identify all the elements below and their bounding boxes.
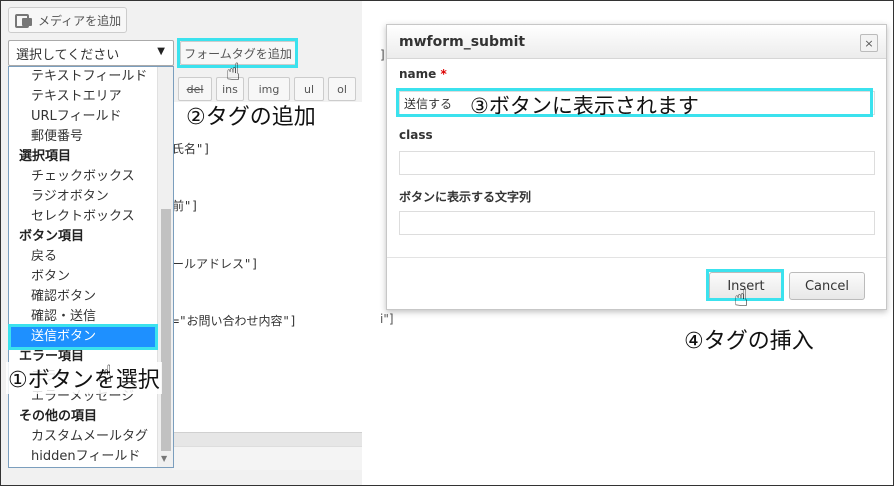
required-mark: * xyxy=(440,67,447,81)
annotation-step-4: ④タグの挿入 xyxy=(684,329,814,354)
mwform-submit-dialog: mwform_submit × name * 送信する class ボタンに表示… xyxy=(386,24,887,310)
dropdown-option[interactable]: hiddenフィールド xyxy=(9,447,157,467)
dropdown-option[interactable]: セレクトボックス xyxy=(9,207,157,227)
dropdown-option[interactable]: URLフィールド xyxy=(9,107,157,127)
cancel-button[interactable]: Cancel xyxy=(789,272,865,300)
dialog-title-bar: mwform_submit × xyxy=(387,25,886,59)
select-current-value: 選択してください xyxy=(16,47,120,63)
quicktag-label: ol xyxy=(337,82,347,96)
button-text-input[interactable] xyxy=(399,211,875,235)
dropdown-option[interactable]: 戻る xyxy=(9,247,157,267)
pointer-hand-icon: ☝ xyxy=(226,58,241,86)
dialog-title: mwform_submit xyxy=(399,34,526,50)
add-media-label: メディアを追加 xyxy=(38,13,122,28)
pointer-hand-icon: ☝ xyxy=(734,284,749,312)
scroll-down-arrow-icon[interactable]: ▼ xyxy=(161,454,167,463)
code-line: 前"] xyxy=(172,199,199,213)
annotation-step-3: ③ボタンに表示されます xyxy=(470,94,699,118)
code-line: ="お問い合わせ内容"] xyxy=(172,314,297,328)
dropdown-option[interactable]: 確認ボタン xyxy=(9,287,157,307)
editor-status-bar xyxy=(172,432,362,446)
dropdown-scrollbar[interactable]: ▼ xyxy=(157,67,173,467)
quicktag-del-button[interactable]: del xyxy=(178,77,212,101)
dropdown-option[interactable]: 郵便番号 xyxy=(9,127,157,147)
dropdown-option[interactable]: テキストエリア xyxy=(9,87,157,107)
dropdown-option[interactable]: チェックボックス xyxy=(9,167,157,187)
form-field-select[interactable]: 選択してください ▼ xyxy=(8,40,174,66)
quicktag-label: ul xyxy=(303,82,315,96)
button-text-label: ボタンに表示する文字列 xyxy=(399,190,532,204)
class-input[interactable] xyxy=(399,151,875,175)
quicktag-label: del xyxy=(186,82,204,96)
dialog-divider xyxy=(387,257,886,258)
dropdown-option[interactable]: テキストフィールド xyxy=(9,67,157,87)
class-label: class xyxy=(399,128,433,142)
dropdown-option[interactable]: ラジオボタン xyxy=(9,187,157,207)
code-line: 氏名"] xyxy=(172,142,211,156)
dropdown-option[interactable]: ボタン xyxy=(9,267,157,287)
editor-footer xyxy=(172,446,362,470)
quicktag-label: img xyxy=(258,82,280,96)
dropdown-option[interactable]: 確認・送信 xyxy=(9,307,157,327)
stray-text: ] xyxy=(380,48,385,62)
code-line: ールアドレス"] xyxy=(172,257,259,271)
dropdown-list: テキストフィールド テキストエリア URLフィールド 郵便番号選択項目チェックボックス… xyxy=(9,67,157,467)
cancel-button-label: Cancel xyxy=(804,278,850,294)
name-label: name * xyxy=(399,67,447,81)
dropdown-option[interactable]: カスタムメールタグ xyxy=(9,427,157,447)
annotation-step-2: ②タグの追加 xyxy=(186,105,316,130)
chevron-down-icon: ▼ xyxy=(157,46,165,57)
field-type-dropdown[interactable]: テキストフィールド テキストエリア URLフィールド 郵便番号選択項目チェックボックス… xyxy=(8,66,174,468)
dropdown-option[interactable]: 送信ボタン xyxy=(9,327,157,347)
dropdown-group-label: ボタン項目 xyxy=(19,229,85,244)
media-icon xyxy=(15,13,33,28)
quicktag-ul-button[interactable]: ul xyxy=(294,77,324,101)
dropdown-group-label: その他の項目 xyxy=(19,409,98,424)
name-input-value: 送信する xyxy=(404,96,453,111)
add-media-button[interactable]: メディアを追加 xyxy=(8,7,127,33)
scrollbar-thumb[interactable] xyxy=(161,209,171,451)
pointer-hand-icon: ☝ xyxy=(98,360,113,388)
editor-area: メディアを追加 選択してください ▼ フォームタグを追加 del ins img… xyxy=(0,0,362,486)
close-icon[interactable]: × xyxy=(860,34,878,52)
dropdown-group-label: 選択項目 xyxy=(19,149,72,164)
quicktag-img-button[interactable]: img xyxy=(248,77,290,101)
annotation-step-1: ①ボタンを選択 xyxy=(6,362,162,394)
quicktag-ol-button[interactable]: ol xyxy=(328,77,356,101)
name-label-text: name xyxy=(399,67,437,81)
stray-text: i"] xyxy=(380,312,394,326)
